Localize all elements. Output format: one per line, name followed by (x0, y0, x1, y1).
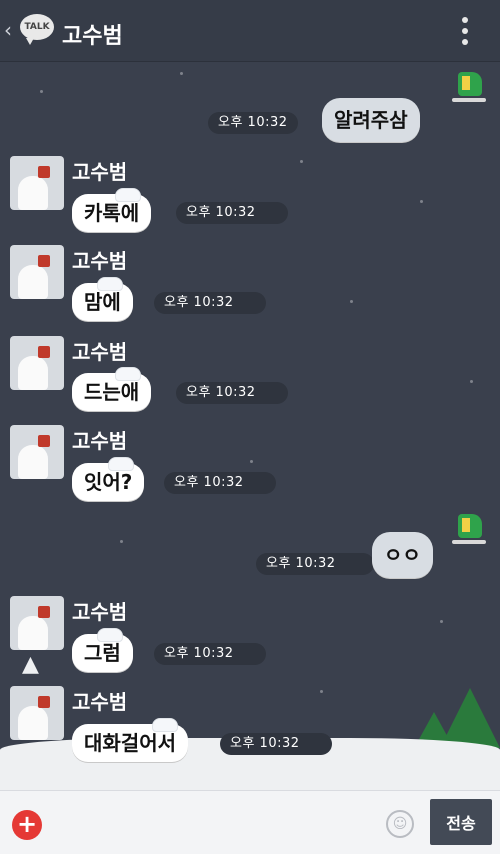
message-time: 오후 10:32 (176, 382, 288, 404)
avatar[interactable] (10, 425, 64, 479)
scroll-up-icon[interactable]: ▲ (22, 652, 39, 677)
received-message-bubble[interactable]: 드는애 (72, 367, 152, 411)
avatar[interactable] (10, 245, 64, 299)
tree-decoration (440, 688, 500, 748)
kakaotalk-logo-icon[interactable]: TALK (20, 14, 54, 45)
sender-name: 고수범 (72, 690, 128, 714)
message-time: 오후 10:32 (220, 733, 332, 755)
attach-plus-button[interactable]: + (12, 810, 42, 840)
received-message-bubble[interactable]: 대화걸어서 (72, 718, 188, 762)
message-input[interactable] (56, 803, 371, 843)
avatar[interactable] (10, 596, 64, 650)
received-message-bubble[interactable]: 잇어? (72, 457, 145, 501)
received-message-bubble[interactable]: 맘에 (72, 277, 133, 321)
received-message-bubble[interactable]: 그럼 (72, 628, 133, 672)
kebab-menu-icon[interactable] (462, 17, 470, 45)
emoji-icon[interactable]: ☺ (386, 810, 414, 838)
skate-icon (450, 72, 488, 108)
avatar[interactable] (10, 336, 64, 390)
sender-name: 고수범 (72, 249, 128, 273)
avatar[interactable] (10, 686, 64, 740)
sender-name: 고수범 (72, 429, 128, 453)
message-time: 오후 10:32 (208, 112, 298, 134)
skate-icon (450, 514, 488, 550)
chat-title: 고수범 (62, 24, 123, 49)
my-message-bubble[interactable]: ㅇㅇ (372, 532, 433, 578)
my-message-bubble[interactable]: 알려주삼 (322, 98, 420, 142)
chat-header: ‹ TALK 고수범 (0, 0, 500, 62)
message-time: 오후 10:32 (176, 202, 288, 224)
received-message-bubble[interactable]: 카톡에 (72, 188, 152, 232)
message-input-bar: + ☺ 전송 (0, 790, 500, 854)
message-time: 오후 10:32 (154, 643, 266, 665)
send-button[interactable]: 전송 (430, 799, 492, 845)
message-time: 오후 10:32 (256, 553, 374, 575)
avatar[interactable] (10, 156, 64, 210)
back-arrow-icon[interactable]: ‹ (4, 18, 12, 42)
sender-name: 고수범 (72, 160, 128, 184)
message-time: 오후 10:32 (164, 472, 276, 494)
sender-name: 고수범 (72, 340, 128, 364)
sender-name: 고수범 (72, 600, 128, 624)
message-time: 오후 10:32 (154, 292, 266, 314)
